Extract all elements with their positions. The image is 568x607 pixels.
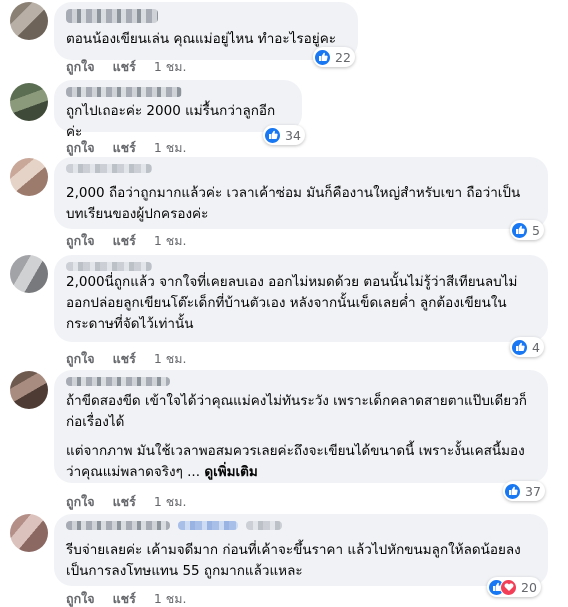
- comment-paragraph-text: แต่จากภาพ มันใช้เวลาพอสมควรเลยค่ะถึงจะเข…: [66, 443, 525, 480]
- comment-bubble: รีบจ่ายเลยค่ะ เค้ามจดีมาก ก่อนที่เค้าจะข…: [54, 514, 548, 586]
- author-name-redacted[interactable]: [66, 87, 182, 97]
- share-button[interactable]: แชร์: [113, 492, 136, 512]
- comment-actions: ถูกใจ แชร์ 1 ชม.: [66, 492, 186, 512]
- like-icon: [264, 126, 281, 144]
- like-button[interactable]: ถูกใจ: [66, 231, 95, 251]
- comment-text: 2,000นี่ถูกแล้ว จากใจที่เคยลบเอง ออกไม่ห…: [66, 274, 518, 332]
- like-button[interactable]: ถูกใจ: [66, 138, 95, 158]
- comment-bubble: ถ้าขีดสองขีด เข้าใจได้ว่าคุณแม่คงไม่ทันร…: [54, 370, 548, 483]
- avatar[interactable]: [10, 83, 48, 121]
- see-more-link[interactable]: ดูเพิ่มเติม: [204, 464, 257, 480]
- like-icon: [511, 221, 528, 239]
- avatar[interactable]: [10, 2, 48, 40]
- share-button[interactable]: แชร์: [113, 231, 136, 251]
- like-button[interactable]: ถูกใจ: [66, 492, 95, 512]
- share-button[interactable]: แชร์: [113, 589, 136, 607]
- author-name-row: [66, 521, 536, 540]
- comment-text: 2,000 ถือว่าถูกมากแล้วค่ะ เวลาเค้าซ่อม ม…: [66, 185, 521, 222]
- share-button[interactable]: แชร์: [113, 57, 136, 77]
- like-button[interactable]: ถูกใจ: [66, 349, 95, 369]
- like-button[interactable]: ถูกใจ: [66, 57, 95, 77]
- share-button[interactable]: แชร์: [113, 349, 136, 369]
- reaction-summary[interactable]: 4: [510, 337, 544, 357]
- tagged-name-redacted[interactable]: [178, 521, 238, 530]
- comment-paragraph: แต่จากภาพ มันใช้เวลาพอสมควรเลยค่ะถึงจะเข…: [66, 441, 536, 483]
- avatar[interactable]: [10, 158, 48, 196]
- comment-text: ตอนน้องเขียนเล่น คุณแม่อยู่ไหน ทำอะไรอยู…: [66, 31, 336, 47]
- author-name-redacted[interactable]: [66, 9, 158, 23]
- reaction-count: 37: [525, 483, 541, 499]
- comment-text: รีบจ่ายเลยค่ะ เค้ามจดีมาก ก่อนที่เค้าจะข…: [66, 542, 521, 579]
- comment-actions: ถูกใจ แชร์ 1 ชม.: [66, 57, 186, 77]
- comment-actions: ถูกใจ แชร์ 1 ชม.: [66, 138, 186, 158]
- reaction-summary[interactable]: 22: [313, 47, 355, 67]
- comment-bubble: ตอนน้องเขียนเล่น คุณแม่อยู่ไหน ทำอะไรอยู…: [54, 2, 358, 60]
- like-icon: [504, 482, 521, 500]
- comment-bubble: 2,000 ถือว่าถูกมากแล้วค่ะ เวลาเค้าซ่อม ม…: [54, 157, 548, 229]
- author-name-redacted[interactable]: [66, 262, 152, 271]
- comment-bubble: ถูกไปเถอะค่ะ 2000 แม่รื้นกว่าลูกอีกค่ะ: [54, 80, 302, 140]
- timestamp[interactable]: 1 ชม.: [154, 138, 187, 158]
- comment-text: ถ้าขีดสองขีด เข้าใจได้ว่าคุณแม่คงไม่ทันร…: [66, 391, 536, 483]
- reaction-count: 22: [335, 49, 351, 65]
- comment-bubble: 2,000นี่ถูกแล้ว จากใจที่เคยลบเอง ออกไม่ห…: [54, 255, 548, 342]
- timestamp[interactable]: 1 ชม.: [154, 57, 187, 77]
- timestamp[interactable]: 1 ชม.: [154, 589, 187, 607]
- comment-text: ถูกไปเถอะค่ะ 2000 แม่รื้นกว่าลูกอีกค่ะ: [66, 103, 276, 140]
- avatar[interactable]: [10, 371, 48, 409]
- timestamp[interactable]: 1 ชม.: [154, 492, 187, 512]
- avatar[interactable]: [10, 255, 48, 293]
- timestamp[interactable]: 1 ชม.: [154, 231, 187, 251]
- reaction-summary[interactable]: 20: [487, 577, 541, 597]
- tagged-name-redacted[interactable]: [246, 521, 282, 530]
- author-name-redacted[interactable]: [66, 521, 170, 530]
- reaction-count: 4: [532, 339, 540, 355]
- avatar[interactable]: [10, 514, 48, 552]
- love-icon: [500, 578, 517, 596]
- comment-paragraph: ถ้าขีดสองขีด เข้าใจได้ว่าคุณแม่คงไม่ทันร…: [66, 393, 527, 430]
- author-name-redacted[interactable]: [66, 377, 170, 386]
- reaction-summary[interactable]: 37: [503, 481, 545, 501]
- author-name-redacted[interactable]: [66, 164, 152, 173]
- like-icon: [511, 338, 528, 356]
- comment-actions: ถูกใจ แชร์ 1 ชม.: [66, 349, 186, 369]
- reaction-summary[interactable]: 34: [263, 125, 305, 145]
- reaction-summary[interactable]: 5: [510, 220, 544, 240]
- like-icon: [314, 48, 331, 66]
- reaction-count: 5: [532, 222, 540, 238]
- reaction-count: 34: [285, 127, 301, 143]
- reaction-count: 20: [521, 579, 537, 595]
- comment-actions: ถูกใจ แชร์ 1 ชม.: [66, 231, 186, 251]
- like-button[interactable]: ถูกใจ: [66, 589, 95, 607]
- share-button[interactable]: แชร์: [113, 138, 136, 158]
- comment-actions: ถูกใจ แชร์ 1 ชม.: [66, 589, 186, 607]
- timestamp[interactable]: 1 ชม.: [154, 349, 187, 369]
